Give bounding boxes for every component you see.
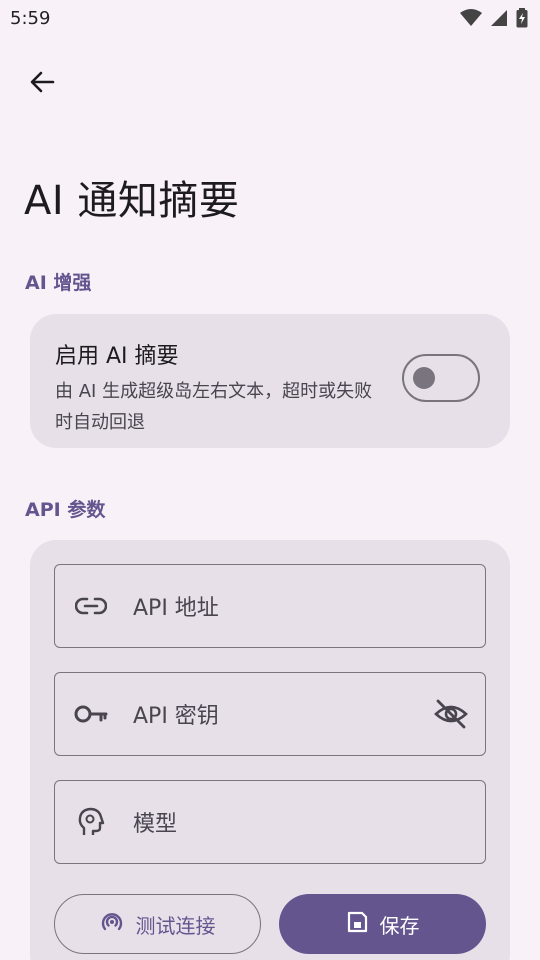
model-placeholder: 模型	[133, 812, 178, 837]
model-field[interactable]: 模型	[54, 780, 486, 864]
switch-thumb	[413, 367, 435, 389]
visibility-off-icon[interactable]	[431, 694, 471, 734]
key-icon	[73, 696, 109, 732]
api-key-field[interactable]: API 密钥	[54, 672, 486, 756]
toggle-description: 由 AI 生成超级岛左右文本，超时或失败时自动回退	[55, 381, 373, 433]
api-key-placeholder: API 密钥	[133, 704, 219, 729]
toggle-title: 启用 AI 摘要	[55, 344, 179, 369]
page-title: AI 通知摘要	[24, 178, 240, 224]
battery-icon	[516, 8, 528, 28]
api-params-card: API 地址 API 密钥 模型 测试连接 保存	[30, 540, 510, 960]
network-ping-icon	[100, 910, 124, 939]
section-header-api: API 参数	[25, 499, 106, 521]
status-icons	[460, 8, 528, 28]
api-url-placeholder: API 地址	[133, 596, 219, 621]
section-header-ai: AI 增强	[25, 272, 92, 294]
save-label: 保存	[379, 913, 420, 938]
signal-icon	[490, 9, 508, 27]
status-bar: 5:59	[0, 0, 540, 36]
arrow-left-icon	[28, 68, 56, 100]
wifi-icon	[460, 9, 482, 27]
status-time: 5:59	[10, 7, 51, 29]
save-button[interactable]: 保存	[279, 894, 486, 954]
test-connection-button[interactable]: 测试连接	[54, 894, 261, 954]
link-icon	[73, 588, 109, 624]
psychology-icon	[73, 804, 109, 840]
ai-summary-switch[interactable]	[402, 354, 480, 402]
test-connection-label: 测试连接	[135, 913, 216, 938]
save-icon	[346, 911, 368, 938]
api-url-field[interactable]: API 地址	[54, 564, 486, 648]
ai-toggle-card[interactable]: 启用 AI 摘要 由 AI 生成超级岛左右文本，超时或失败时自动回退	[30, 314, 510, 448]
back-button[interactable]	[20, 62, 64, 106]
